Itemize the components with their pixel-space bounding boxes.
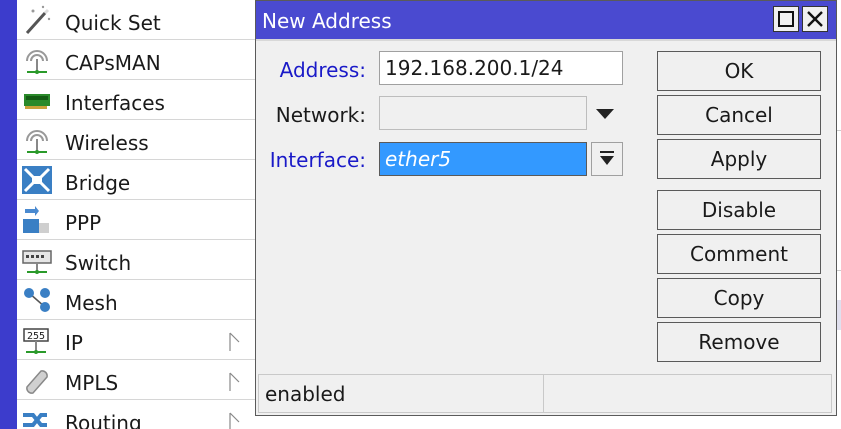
svg-text:255: 255 — [27, 331, 45, 342]
ok-button[interactable]: OK — [657, 51, 821, 91]
ppp-icon — [23, 206, 49, 233]
winbox-window: Quick Set CAPsMAN Interfaces Wireless Br… — [0, 0, 841, 429]
address-label: Address: — [279, 58, 366, 82]
disable-button[interactable]: Disable — [657, 190, 821, 230]
menu-item-quick-set[interactable]: Quick Set — [17, 0, 255, 40]
status-text: enabled — [265, 382, 346, 406]
menu-item-mesh[interactable]: Mesh — [17, 280, 255, 320]
remove-button[interactable]: Remove — [657, 322, 821, 362]
menu-item-capsman[interactable]: CAPsMAN — [17, 40, 255, 80]
menu-label: Switch — [65, 251, 132, 275]
menu-item-routing[interactable]: Routing — [17, 400, 255, 429]
menu-item-ppp[interactable]: PPP — [17, 200, 255, 240]
status-cell: enabled — [258, 375, 544, 413]
submenu-arrow-icon — [229, 332, 240, 351]
dialog-titlebar[interactable]: New Address — [256, 1, 836, 41]
status-bar: enabled — [258, 374, 832, 413]
interface-label: Interface: — [269, 148, 366, 172]
menu-item-interfaces[interactable]: Interfaces — [17, 80, 255, 120]
interface-select[interactable]: ether5 — [379, 142, 587, 176]
comment-button[interactable]: Comment — [657, 234, 821, 274]
submenu-arrow-icon — [229, 412, 240, 429]
maximize-button[interactable] — [773, 6, 799, 32]
menu-label: Wireless — [65, 131, 149, 155]
status-cell-empty — [544, 375, 832, 413]
menu-label: Bridge — [65, 171, 131, 195]
maximize-icon — [778, 11, 794, 27]
wireless-tower-icon — [26, 130, 48, 154]
mesh-icon — [24, 288, 50, 312]
close-icon — [807, 11, 823, 27]
dialog-title: New Address — [262, 9, 392, 33]
network-card-icon — [24, 94, 50, 109]
side-strip — [0, 0, 17, 429]
routing-icon — [23, 413, 47, 427]
menu-item-wireless[interactable]: Wireless — [17, 120, 255, 160]
mpls-icon — [26, 370, 48, 394]
dropdown-arrow-icon — [600, 151, 614, 165]
magic-wand-icon — [25, 5, 51, 35]
interface-dropdown-button[interactable] — [591, 142, 623, 176]
bridge-icon — [22, 166, 52, 194]
menu-label: IP — [65, 331, 83, 355]
menu-label: Quick Set — [65, 11, 161, 35]
network-input[interactable] — [379, 96, 587, 130]
menu-item-ip[interactable]: 255 IP — [17, 320, 255, 360]
apply-button[interactable]: Apply — [657, 139, 821, 179]
copy-button[interactable]: Copy — [657, 278, 821, 318]
cancel-button[interactable]: Cancel — [657, 95, 821, 135]
menu-label: PPP — [65, 211, 102, 235]
close-button[interactable] — [802, 6, 828, 32]
wireless-tower-icon — [26, 50, 48, 74]
address-input[interactable]: 192.168.200.1/24 — [379, 51, 623, 85]
new-address-dialog: New Address Address: 192.168.200.1/24 Ne… — [255, 0, 837, 416]
switch-icon — [22, 250, 52, 274]
menu-label: MPLS — [65, 371, 119, 395]
menu-label: Interfaces — [65, 91, 165, 115]
submenu-arrow-icon — [229, 372, 240, 391]
main-menu: Quick Set CAPsMAN Interfaces Wireless Br… — [17, 0, 255, 429]
chevron-down-icon[interactable] — [595, 107, 615, 121]
network-label: Network: — [275, 103, 366, 127]
menu-item-switch[interactable]: Switch — [17, 240, 255, 280]
menu-label: CAPsMAN — [65, 51, 161, 75]
ip-icon: 255 — [23, 328, 49, 354]
menu-label: Mesh — [65, 291, 118, 315]
menu-item-bridge[interactable]: Bridge — [17, 160, 255, 200]
menu-label: Routing — [65, 411, 142, 429]
menu-item-mpls[interactable]: MPLS — [17, 360, 255, 400]
